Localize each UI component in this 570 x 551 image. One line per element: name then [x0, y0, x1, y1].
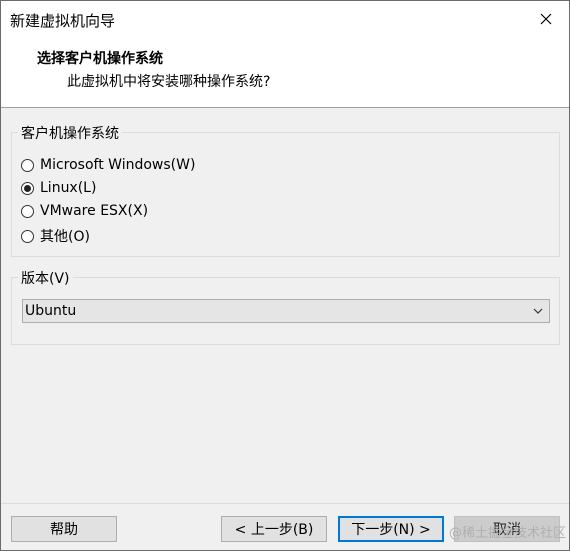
radio-button-other[interactable] [21, 229, 34, 243]
page-title: 选择客户机操作系统 [37, 51, 163, 67]
window-title: 新建虚拟机向导 [10, 12, 116, 30]
radio-label-vmware-esx: VMware ESX(X) [40, 203, 149, 219]
radio-button-linux[interactable] [21, 181, 34, 195]
version-select[interactable]: Ubuntu [22, 299, 550, 323]
back-button[interactable]: < 上一步(B) [221, 516, 327, 542]
close-button[interactable] [523, 1, 569, 37]
chevron-down-icon [533, 308, 543, 314]
title-bar: 新建虚拟机向导 [1, 1, 569, 37]
radio-option-linux[interactable]: Linux(L) [21, 180, 96, 196]
page-subtitle: 此虚拟机中将安装哪种操作系统? [67, 74, 271, 90]
help-button[interactable]: 帮助 [11, 516, 117, 542]
radio-label-linux: Linux(L) [40, 180, 97, 196]
radio-option-vmware-esx[interactable]: VMware ESX(X) [21, 203, 148, 219]
radio-button-vmware-esx[interactable] [21, 204, 34, 218]
wizard-footer: 帮助 < 上一步(B) 下一步(N) > 取消 @稀土掘金技术社区 [1, 503, 569, 550]
new-vm-wizard-window: 新建虚拟机向导 选择客户机操作系统 此虚拟机中将安装哪种操作系统? 客户机操作系… [0, 0, 570, 551]
radio-label-windows: Microsoft Windows(W) [40, 157, 196, 173]
close-icon [540, 13, 552, 25]
cancel-button[interactable]: 取消 [454, 516, 560, 542]
guest-os-group: 客户机操作系统 Microsoft Windows(W) Linux(L) VM… [11, 123, 560, 257]
radio-button-windows[interactable] [21, 158, 34, 172]
next-button[interactable]: 下一步(N) > [338, 516, 444, 542]
version-group-label: 版本(V) [18, 268, 73, 288]
wizard-header: 选择客户机操作系统 此虚拟机中将安装哪种操作系统? [1, 37, 569, 108]
radio-label-other: 其他(O) [40, 229, 90, 245]
version-group: 版本(V) Ubuntu [11, 268, 560, 345]
guest-os-group-label: 客户机操作系统 [18, 123, 122, 143]
radio-option-windows[interactable]: Microsoft Windows(W) [21, 157, 195, 173]
radio-option-other[interactable]: 其他(O) [21, 226, 90, 246]
version-selected-value: Ubuntu [25, 303, 77, 319]
